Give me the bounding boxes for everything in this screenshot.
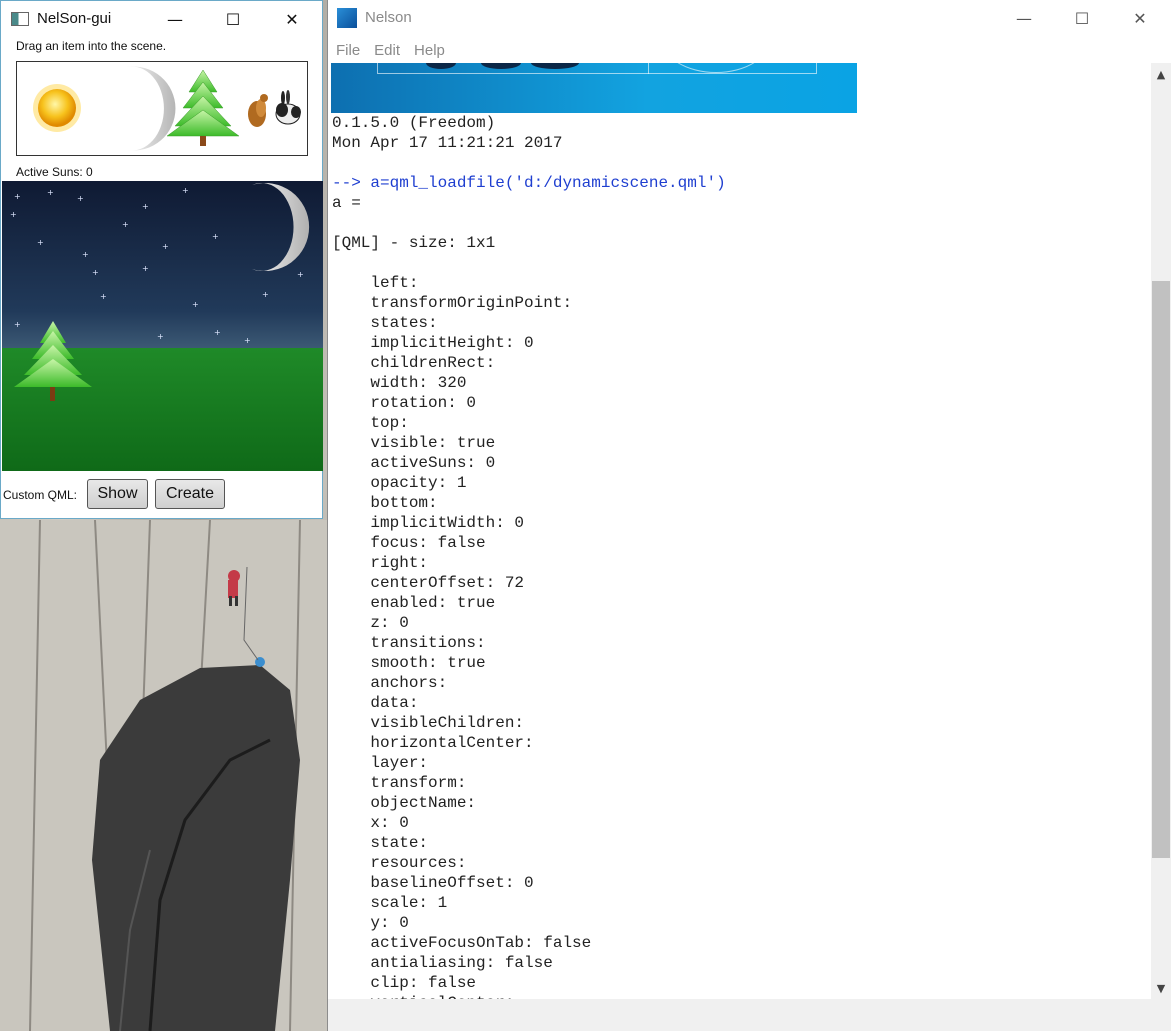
- console-output-line: activeSuns: 0: [332, 454, 496, 472]
- maximize-icon[interactable]: ☐: [1053, 0, 1111, 37]
- console-output-line: antialiasing: false: [332, 954, 553, 972]
- console-output-line: right:: [332, 554, 429, 572]
- console-output-line: layer:: [332, 754, 429, 772]
- console-output-line: width: 320: [332, 374, 467, 392]
- console-output-line: 0.1.5.0 (Freedom): [332, 114, 496, 132]
- rabbit-icon[interactable]: [275, 90, 301, 125]
- gui-window-title: NelSon-gui: [37, 10, 112, 27]
- console-output-line: visibleChildren:: [332, 714, 525, 732]
- tree-icon[interactable]: [166, 69, 240, 146]
- console-output-line: baselineOffset: 0: [332, 874, 534, 892]
- console-output-line: states:: [332, 314, 438, 332]
- console-output-line: rotation: 0: [332, 394, 477, 412]
- menu-help[interactable]: Help: [414, 42, 445, 59]
- item-palette: [16, 61, 308, 156]
- gui-maximize-icon[interactable]: ☐: [204, 1, 262, 37]
- console-output-line: horizontalCenter:: [332, 734, 534, 752]
- instruction-text: Drag an item into the scene.: [16, 39, 167, 53]
- console-output-line: implicitHeight: 0: [332, 334, 534, 352]
- active-suns-label: Active Suns: 0: [16, 165, 93, 179]
- console-output-line: z: 0: [332, 614, 409, 632]
- minimize-icon[interactable]: —: [995, 0, 1053, 37]
- dynamic-scene[interactable]: + + + + + + + + + + + + + + + + + + + + …: [2, 181, 323, 471]
- console-output-line: implicitWidth: 0: [332, 514, 525, 532]
- custom-qml-label: Custom QML:: [3, 488, 78, 502]
- console-output-line: visible: true: [332, 434, 496, 452]
- console-lines: 0.1.5.0 (Freedom) Mon Apr 17 11:21:21 201…: [332, 113, 726, 999]
- console-output-line: a =: [332, 194, 361, 212]
- nelson-main-window: Nelson — ☐ ✕ File Edit Help 0.1.5.0 (Fre…: [327, 0, 1171, 1031]
- console-output-line: clip: false: [332, 974, 477, 992]
- menubar: File Edit Help: [328, 37, 1171, 63]
- sun-icon[interactable]: [33, 84, 81, 132]
- console-output-line: anchors:: [332, 674, 448, 692]
- console-output-line: resources:: [332, 854, 467, 872]
- create-button[interactable]: Create: [155, 479, 225, 509]
- console-output-line: focus: false: [332, 534, 486, 552]
- window-title: Nelson: [365, 9, 412, 26]
- gui-close-icon[interactable]: ✕: [263, 1, 321, 37]
- console-output[interactable]: 0.1.5.0 (Freedom) Mon Apr 17 11:21:21 201…: [328, 63, 1152, 999]
- show-button[interactable]: Show: [87, 479, 148, 509]
- nelson-titlebar[interactable]: Nelson — ☐ ✕: [328, 0, 1171, 37]
- console-output-line: childrenRect:: [332, 354, 496, 372]
- gui-app-icon: [11, 12, 29, 26]
- console-output-line: top:: [332, 414, 409, 432]
- moon-icon[interactable]: [127, 66, 176, 151]
- console-output-line: scale: 1: [332, 894, 448, 912]
- console-output-line: y: 0: [332, 914, 409, 932]
- vertical-scrollbar[interactable]: ▲ ▼: [1151, 63, 1171, 999]
- squirrel-icon[interactable]: [248, 94, 268, 127]
- nelson-app-icon: [337, 8, 357, 28]
- console-output-line: objectName:: [332, 794, 477, 812]
- close-icon[interactable]: ✕: [1111, 0, 1169, 37]
- gui-minimize-icon[interactable]: —: [146, 1, 204, 37]
- console-output-line: data:: [332, 694, 419, 712]
- menu-file[interactable]: File: [336, 42, 360, 59]
- console-output-line: Mon Apr 17 11:21:21 2017: [332, 134, 563, 152]
- console-output-line: enabled: true: [332, 594, 496, 612]
- console-output-line: transform:: [332, 774, 467, 792]
- menu-edit[interactable]: Edit: [374, 42, 400, 59]
- console-output-line: x: 0: [332, 814, 409, 832]
- console-output-line: bottom:: [332, 494, 438, 512]
- gui-titlebar[interactable]: NelSon-gui — ☐ ✕: [1, 1, 322, 37]
- scroll-down-icon[interactable]: ▼: [1151, 977, 1171, 999]
- scene-tree-icon[interactable]: [14, 321, 92, 401]
- console-output-line: centerOffset: 72: [332, 574, 525, 592]
- console-command-line: --> a=qml_loadfile('d:/dynamicscene.qml'…: [332, 174, 726, 192]
- scroll-up-icon[interactable]: ▲: [1151, 63, 1171, 85]
- nelson-gui-window: NelSon-gui — ☐ ✕ Drag an item into the s…: [0, 0, 323, 519]
- scrollbar-thumb[interactable]: [1152, 281, 1170, 858]
- nelson-banner-image: [331, 63, 857, 113]
- console-output-line: state:: [332, 834, 429, 852]
- console-output-line: opacity: 1: [332, 474, 467, 492]
- status-area: [328, 999, 1171, 1031]
- console-output-line: transformOriginPoint:: [332, 294, 573, 312]
- custom-qml-bar: Custom QML: Show Create: [1, 471, 324, 519]
- console-output-line: transitions:: [332, 634, 486, 652]
- scene-moon-icon[interactable]: [252, 183, 310, 271]
- console-output-line: left:: [332, 274, 419, 292]
- console-output-line: [QML] - size: 1x1: [332, 234, 496, 252]
- console-output-line: smooth: true: [332, 654, 486, 672]
- console-output-line: activeFocusOnTab: false: [332, 934, 592, 952]
